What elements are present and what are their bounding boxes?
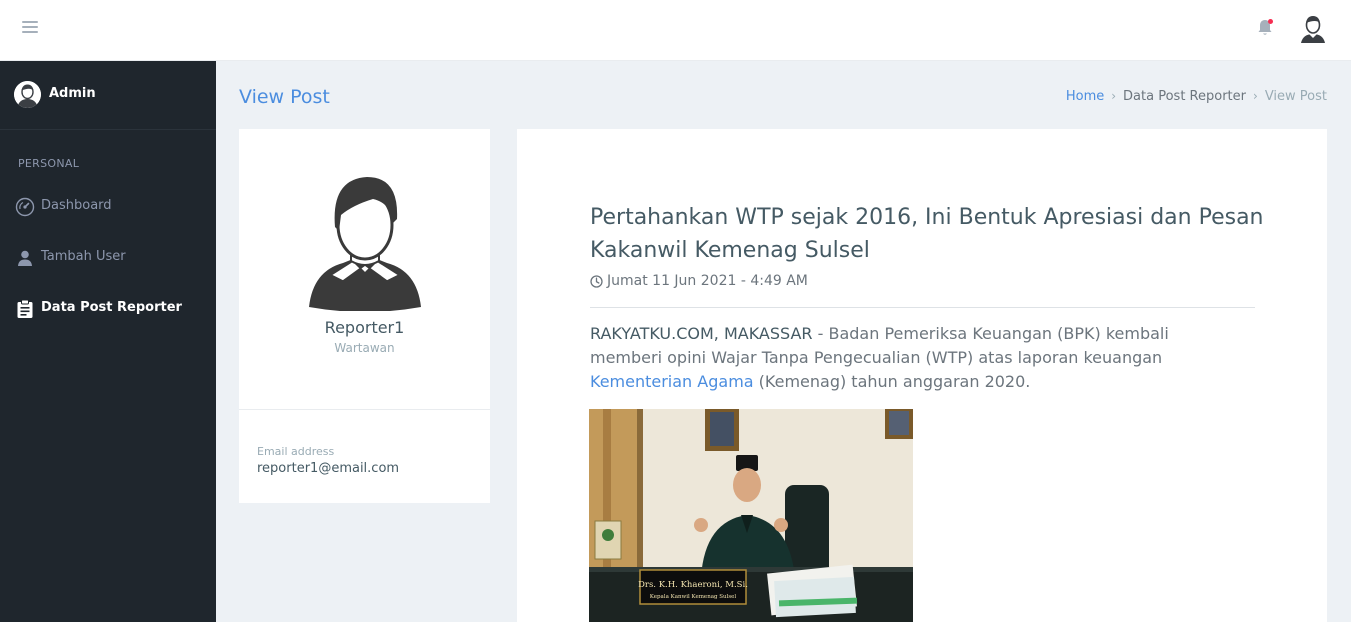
nameplate-subtext: Kepala Kanwil Kemenag Sulsel bbox=[650, 594, 737, 600]
email-value: reporter1@email.com bbox=[257, 461, 400, 476]
clock-icon bbox=[590, 274, 603, 288]
article-date: Jumat 11 Jun 2021 - 4:49 AM bbox=[590, 273, 808, 289]
sidebar-item-label: Dashboard bbox=[41, 198, 112, 213]
page-title: View Post bbox=[239, 86, 330, 108]
breadcrumb-data-post-link[interactable]: Data Post Reporter bbox=[1123, 89, 1246, 104]
article-link-kementerian-agama[interactable]: Kementerian Agama bbox=[590, 372, 754, 391]
topbar bbox=[0, 0, 1351, 61]
sidebar-item-dashboard[interactable]: Dashboard bbox=[0, 186, 216, 226]
sidebar-item-label: Tambah User bbox=[41, 249, 126, 264]
hamburger-icon[interactable] bbox=[22, 21, 38, 35]
divider bbox=[239, 409, 490, 410]
reporter-profile-card: Reporter1 Wartawan Email address reporte… bbox=[239, 129, 490, 503]
reporter-avatar bbox=[307, 175, 423, 312]
clipboard-icon bbox=[15, 299, 35, 319]
article-title: Pertahankan WTP sejak 2016, Ini Bentuk A… bbox=[590, 205, 1264, 263]
sidebar-section-label: PERSONAL bbox=[18, 157, 80, 170]
reporter-role: Wartawan bbox=[334, 341, 395, 355]
article-photo: Drs. K.H. Khaeroni, M.Si. Kepala Kanwil … bbox=[589, 409, 913, 622]
sidebar-user[interactable]: Admin bbox=[0, 61, 216, 130]
chevron-right-icon: › bbox=[1111, 89, 1117, 103]
user-icon bbox=[15, 248, 35, 268]
chevron-right-icon: › bbox=[1253, 89, 1258, 103]
bell-icon[interactable] bbox=[1256, 18, 1274, 38]
email-label: Email address bbox=[257, 445, 335, 458]
breadcrumb-current: View Post bbox=[1264, 89, 1327, 104]
sidebar-item-tambah-user[interactable]: Tambah User bbox=[0, 237, 216, 277]
article-source: RAKYATKU.COM, MAKASSAR bbox=[590, 324, 813, 343]
article-card: Pertahankan WTP sejak 2016, Ini Bentuk A… bbox=[517, 129, 1327, 622]
breadcrumb: Home › Data Post Reporter › View Post bbox=[1066, 89, 1327, 104]
sidebar-item-data-post-reporter[interactable]: Data Post Reporter bbox=[0, 288, 216, 328]
notification-dot bbox=[1268, 19, 1273, 24]
user-avatar-icon[interactable] bbox=[1298, 13, 1328, 45]
sidebar-avatar-icon bbox=[14, 81, 41, 108]
divider bbox=[590, 307, 1255, 308]
nameplate-text: Drs. K.H. Khaeroni, M.Si. bbox=[638, 580, 748, 590]
reporter-name: Reporter1 bbox=[324, 318, 405, 337]
sidebar-username: Admin bbox=[49, 86, 96, 101]
speedometer-icon bbox=[15, 197, 35, 217]
article-date-text: Jumat 11 Jun 2021 - 4:49 AM bbox=[607, 273, 808, 289]
sidebar-item-label: Data Post Reporter bbox=[41, 300, 182, 315]
article-lead-text: (Kemenag) tahun anggaran 2020. bbox=[753, 372, 1031, 391]
article-lead: RAKYATKU.COM, MAKASSAR - Badan Pemeriksa… bbox=[590, 322, 1200, 394]
breadcrumb-home-link[interactable]: Home bbox=[1066, 89, 1104, 104]
sidebar: Admin PERSONAL Dashboard Tambah User Dat… bbox=[0, 61, 216, 622]
